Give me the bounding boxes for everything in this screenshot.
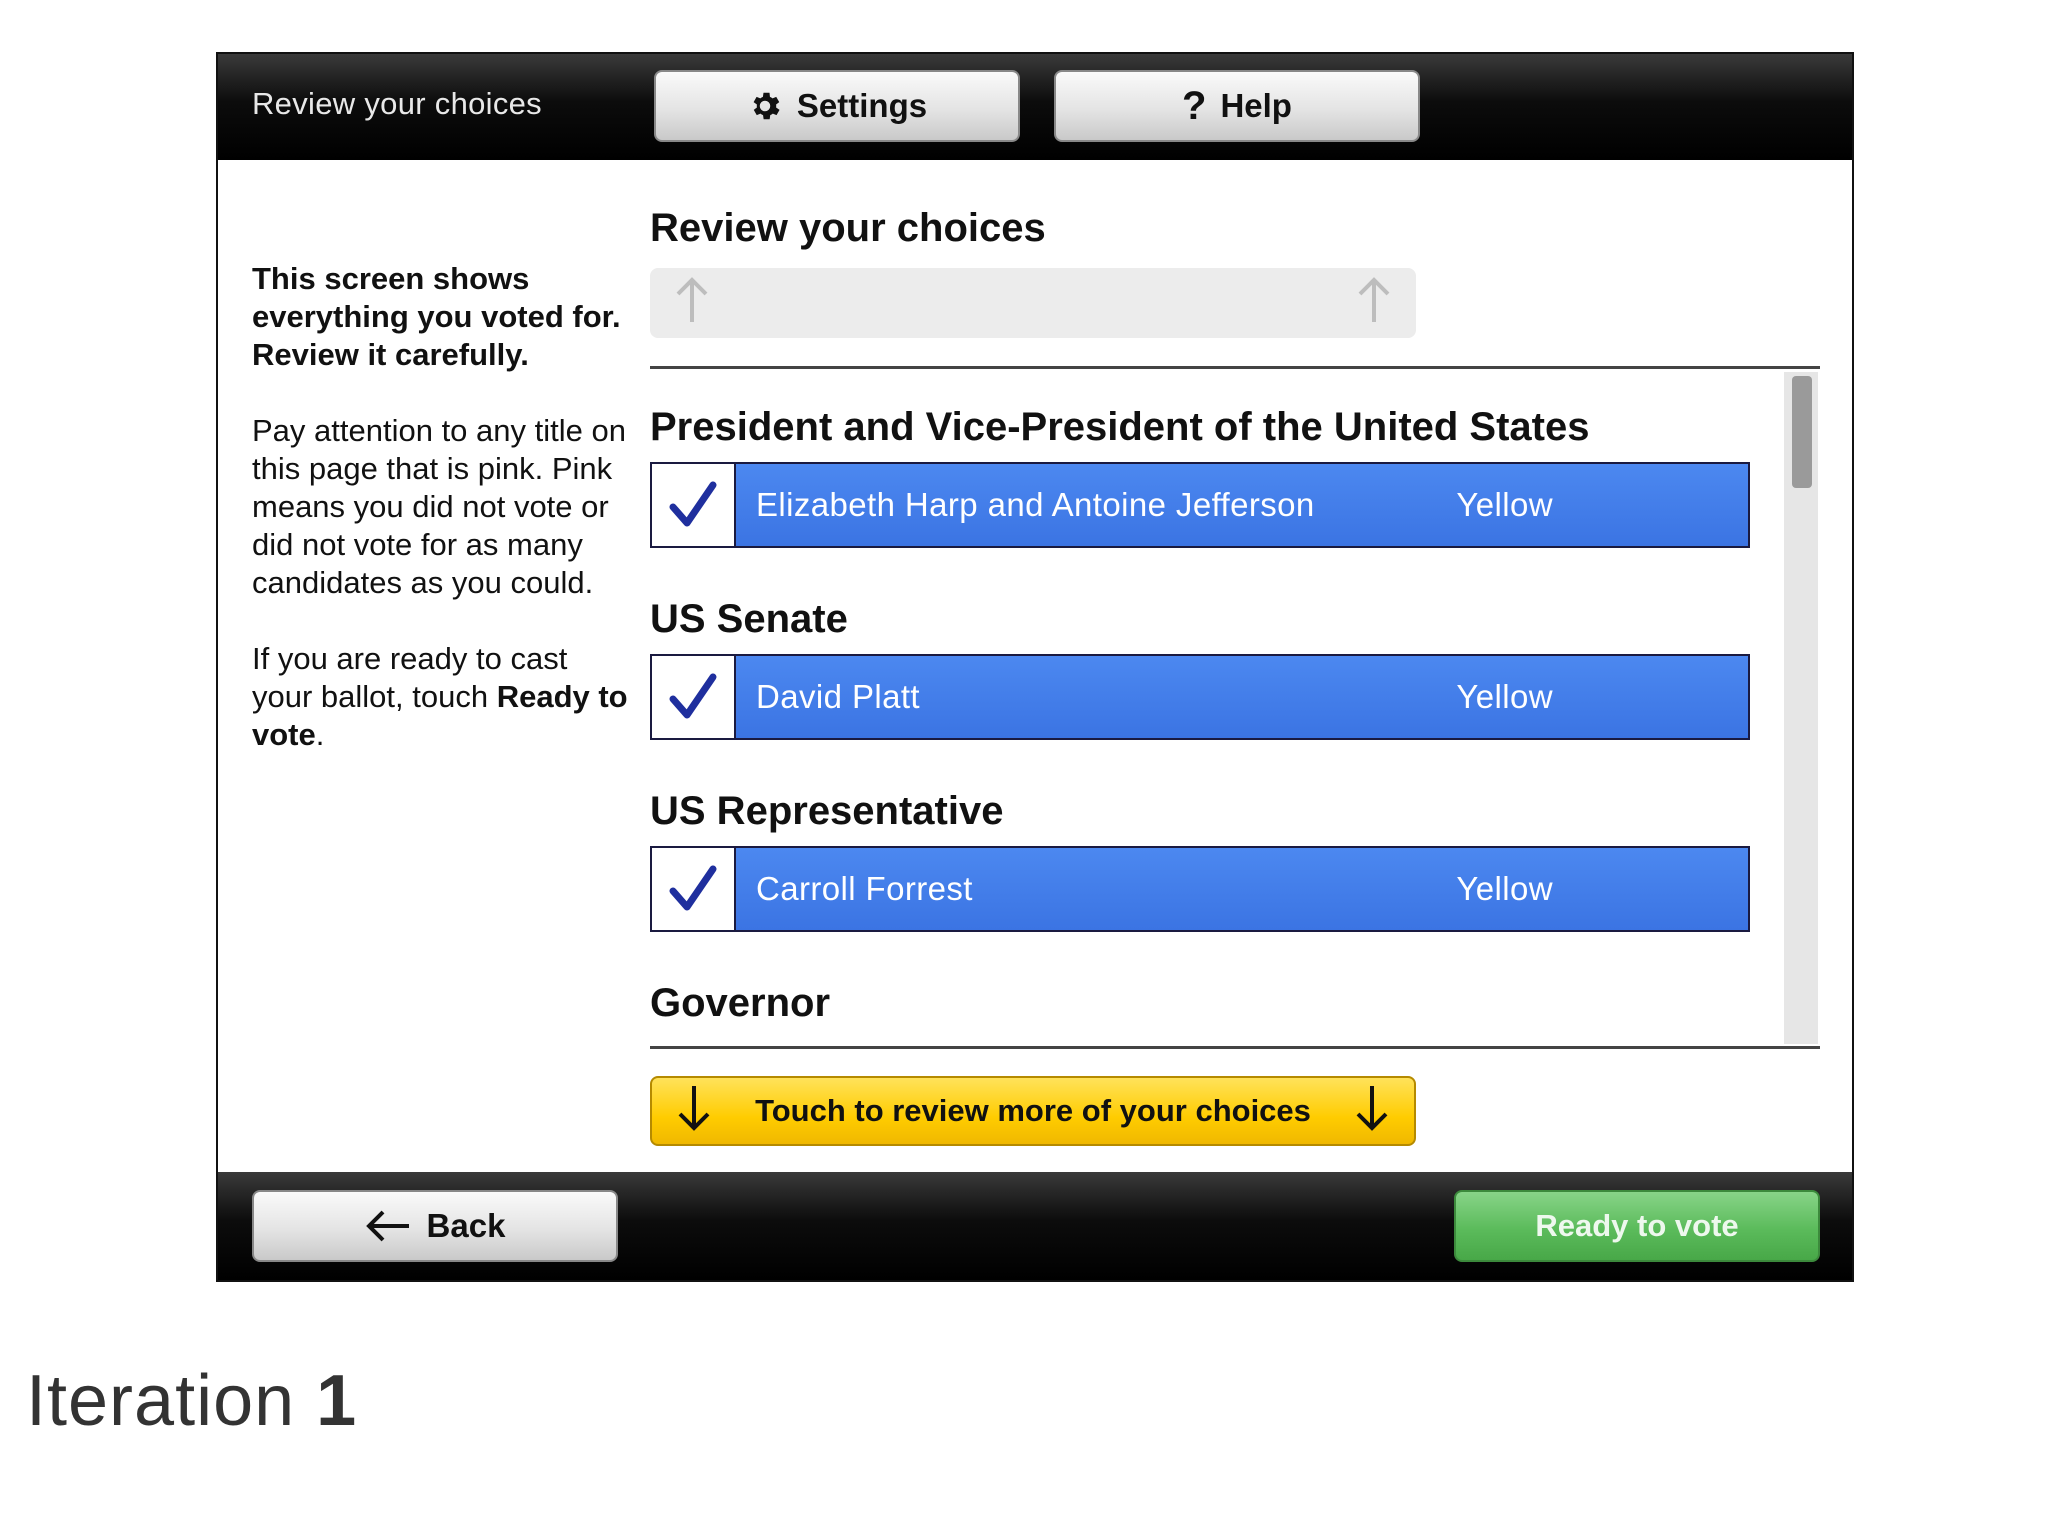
- page-title: Review your choices: [650, 206, 1046, 250]
- contest-title: Governor: [650, 981, 831, 1025]
- scroll-up-button[interactable]: [650, 268, 1416, 338]
- arrow-down-icon: [1352, 1082, 1392, 1140]
- help-button[interactable]: ? Help: [1054, 70, 1420, 142]
- list-top-divider: [650, 366, 1820, 369]
- party-name: Yellow: [1456, 486, 1553, 523]
- screen-title: Review your choices: [252, 86, 542, 121]
- settings-button[interactable]: Settings: [654, 70, 1020, 142]
- question-mark-icon: ?: [1182, 83, 1207, 128]
- party-name: Yellow: [1456, 678, 1553, 715]
- arrow-up-icon: [672, 276, 712, 331]
- iteration-number: 1: [316, 1361, 358, 1441]
- choice-row[interactable]: Elizabeth Harp and Antoine Jefferson Yel…: [650, 462, 1750, 548]
- contest-title: President and Vice-President of the Unit…: [650, 405, 1590, 449]
- settings-label: Settings: [796, 87, 928, 124]
- contest-title: US Senate: [650, 597, 848, 641]
- choice-row[interactable]: Carroll Forrest Yellow: [650, 846, 1750, 932]
- back-button[interactable]: Back: [252, 1190, 618, 1262]
- bottom-bar: Back Ready to vote: [218, 1172, 1852, 1280]
- checkmark-icon: [652, 656, 736, 738]
- ready-to-vote-button[interactable]: Ready to vote: [1454, 1190, 1820, 1262]
- checkmark-icon: [652, 464, 736, 546]
- back-label: Back: [426, 1207, 506, 1244]
- instructions-pink-note: Pay attention to any title on this page …: [252, 413, 626, 600]
- iteration-word: Iteration: [26, 1361, 296, 1441]
- arrow-up-icon: [1354, 276, 1394, 331]
- top-bar: Review your choices Settings ? Help: [218, 54, 1852, 160]
- list-bottom-divider: [650, 1046, 1820, 1049]
- contest-us-representative: US Representative Carroll Forrest Yellow: [650, 784, 1750, 932]
- instructions-ready-note: If you are ready to cast your ballot, to…: [252, 641, 628, 752]
- arrow-down-icon: [674, 1082, 714, 1140]
- contest-president: President and Vice-President of the Unit…: [650, 400, 1750, 548]
- contest-us-senate: US Senate David Platt Yellow: [650, 592, 1750, 740]
- instructions-lead: This screen shows everything you voted f…: [252, 261, 621, 372]
- help-label: Help: [1220, 87, 1292, 124]
- candidate-name: Elizabeth Harp and Antoine Jefferson: [756, 486, 1315, 523]
- review-more-label: Touch to review more of your choices: [755, 1093, 1311, 1128]
- scrollbar-thumb[interactable]: [1792, 376, 1812, 488]
- instructions-panel: This screen shows everything you voted f…: [252, 260, 632, 792]
- gear-icon: [747, 88, 783, 124]
- candidate-name: David Platt: [756, 678, 920, 715]
- contest-list: President and Vice-President of the Unit…: [650, 370, 1750, 1044]
- candidate-name: Carroll Forrest: [756, 870, 973, 907]
- arrow-left-icon: [365, 1208, 413, 1244]
- party-name: Yellow: [1456, 870, 1553, 907]
- choice-row[interactable]: David Platt Yellow: [650, 654, 1750, 740]
- contest-governor: Governor: [650, 976, 1750, 1030]
- contest-title: US Representative: [650, 789, 1004, 833]
- review-more-button[interactable]: Touch to review more of your choices: [650, 1076, 1416, 1146]
- checkmark-icon: [652, 848, 736, 930]
- iteration-caption: Iteration 1: [26, 1360, 357, 1442]
- voting-screen: Review your choices Settings ? Help This…: [216, 52, 1854, 1282]
